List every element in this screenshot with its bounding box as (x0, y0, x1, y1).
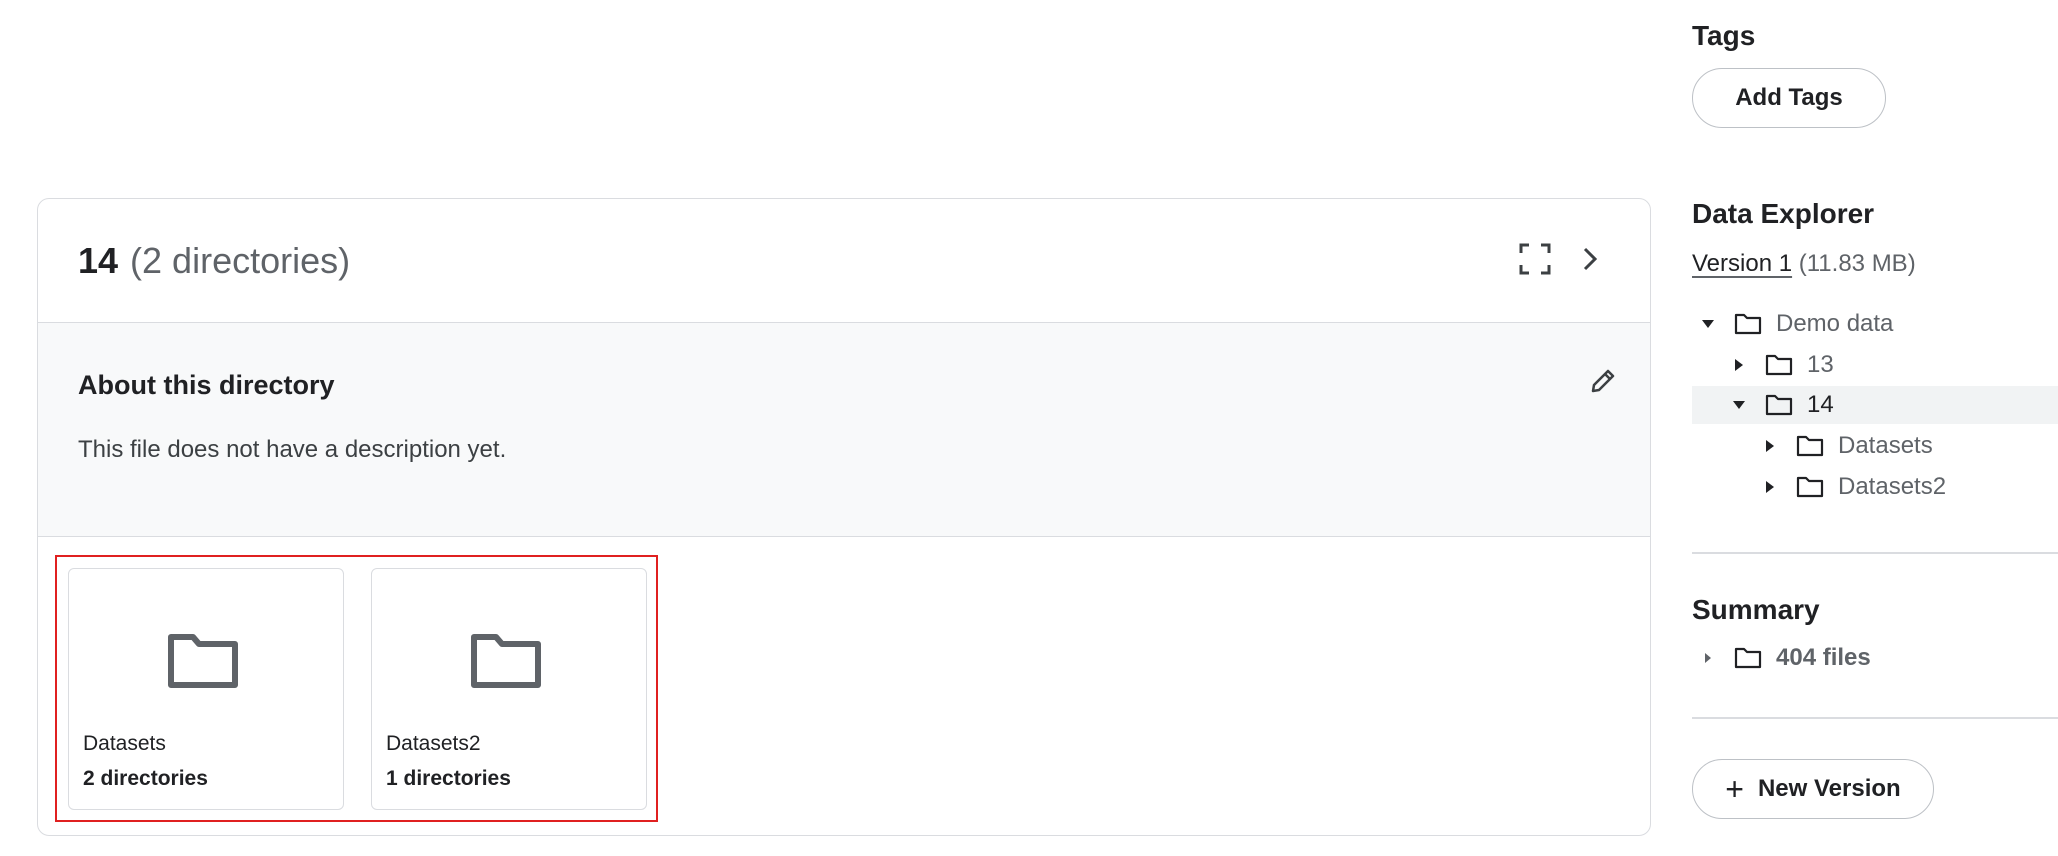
card-header: 14 (2 directories) (38, 199, 1650, 323)
tags-heading: Tags (1692, 20, 1756, 51)
folder-icon (1765, 354, 1793, 376)
add-tags-button[interactable]: Add Tags (1692, 68, 1886, 128)
tree-item-datasets2[interactable]: Datasets2 (1692, 468, 2058, 506)
folder-icon (471, 634, 541, 688)
fullscreen-button[interactable] (1515, 239, 1555, 279)
folder-icon (1734, 313, 1762, 335)
tree-item-13[interactable]: 13 (1692, 346, 2058, 384)
version-info: Version 1 (11.83 MB) (1692, 250, 1916, 278)
directory-tiles: Datasets 2 directories Datasets2 1 direc… (55, 555, 658, 822)
tree-item-label: Datasets (1838, 432, 1933, 459)
tile-name: Datasets (83, 732, 166, 755)
tile-count: 1 directories (386, 767, 511, 790)
fullscreen-icon (1519, 243, 1551, 275)
caret-right-icon[interactable] (1762, 439, 1778, 453)
version-size: (11.83 MB) (1798, 250, 1916, 277)
tree-item-14[interactable]: 14 (1692, 386, 2058, 424)
caret-right-icon[interactable] (1731, 358, 1747, 372)
directory-tile-datasets[interactable]: Datasets 2 directories (68, 568, 344, 810)
caret-right-icon[interactable] (1700, 652, 1716, 664)
pencil-icon (1591, 369, 1615, 393)
tree-item-label: Datasets2 (1838, 473, 1947, 500)
tree-item-label: 14 (1807, 391, 1834, 418)
data-explorer-heading: Data Explorer (1692, 198, 1875, 229)
caret-down-icon[interactable] (1731, 400, 1747, 410)
about-title: About this directory (78, 370, 335, 400)
summary-files-label: 404 files (1776, 644, 1871, 671)
summary-heading: Summary (1692, 594, 1820, 625)
divider (1692, 717, 2058, 719)
edit-description-button[interactable] (1585, 363, 1621, 399)
plus-icon: + (1725, 771, 1744, 807)
directory-card: 14 (2 directories) About this directory T… (37, 198, 1651, 836)
directory-tile-datasets2[interactable]: Datasets2 1 directories (371, 568, 647, 810)
version-link[interactable]: Version 1 (1692, 250, 1792, 277)
chevron-right-icon (1583, 247, 1598, 271)
tree-item-label: Demo data (1776, 310, 1894, 337)
tree-item-label: 13 (1807, 351, 1834, 378)
folder-icon (1796, 435, 1824, 457)
folder-icon (1734, 647, 1762, 669)
caret-down-icon[interactable] (1700, 319, 1716, 329)
tree-item-demo-data[interactable]: Demo data (1692, 305, 2058, 343)
directory-count: (2 directories) (130, 240, 351, 281)
tile-count: 2 directories (83, 767, 208, 790)
about-section: About this directory This file does not … (38, 323, 1650, 537)
divider (1692, 552, 2058, 554)
tile-name: Datasets2 (386, 732, 481, 755)
summary-files-row[interactable]: 404 files (1692, 639, 2058, 677)
card-title: 14 (2 directories) (78, 239, 350, 283)
next-button[interactable] (1570, 239, 1610, 279)
folder-icon (1765, 394, 1793, 416)
new-version-label: New Version (1757, 775, 1901, 802)
about-description: This file does not have a description ye… (78, 436, 507, 463)
new-version-button[interactable]: + New Version (1692, 759, 1934, 819)
folder-icon (1796, 476, 1824, 498)
tree-item-datasets[interactable]: Datasets (1692, 427, 2058, 465)
directory-name: 14 (78, 240, 119, 281)
caret-right-icon[interactable] (1762, 480, 1778, 494)
folder-icon (168, 634, 238, 688)
